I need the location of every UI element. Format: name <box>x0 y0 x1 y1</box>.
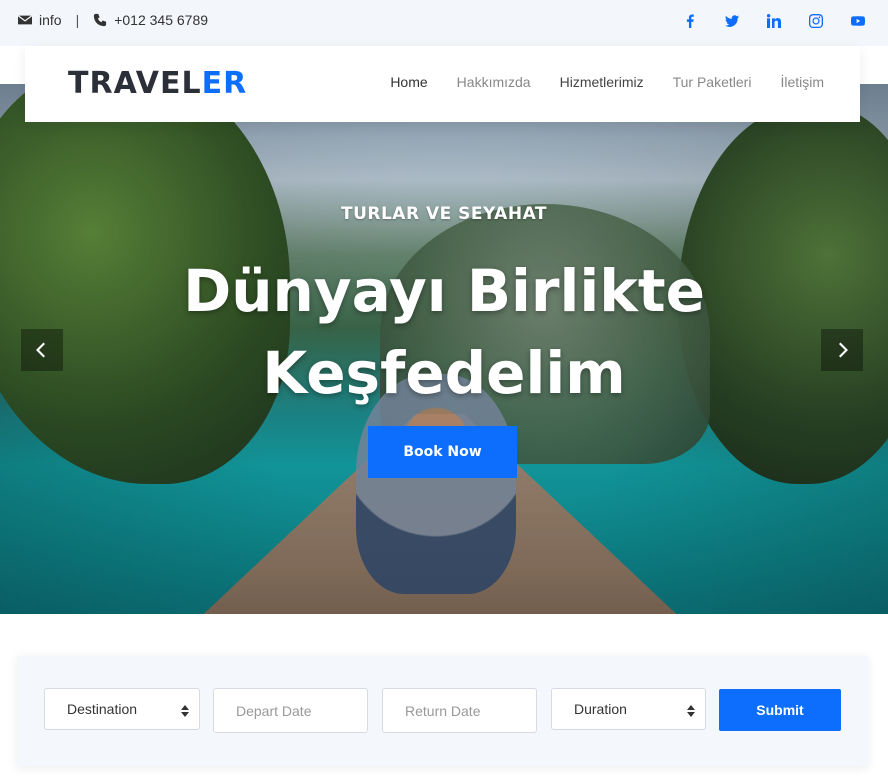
twitter-icon[interactable] <box>722 11 742 31</box>
nav-item-services[interactable]: Hizmetlerimiz <box>560 74 644 90</box>
carousel-prev-button[interactable] <box>21 329 63 371</box>
navbar: TRAVELER Home Hakkımızda Hizmetlerimiz T… <box>25 46 860 122</box>
contact-info: info | +012 345 6789 <box>17 12 208 28</box>
envelope-icon <box>17 13 33 27</box>
nav-item-tour-packages[interactable]: Tur Paketleri <box>673 74 752 90</box>
brand-text-accent: ER <box>201 66 248 101</box>
youtube-icon[interactable] <box>848 11 868 31</box>
email-label[interactable]: info <box>39 12 62 28</box>
instagram-icon[interactable] <box>806 11 826 31</box>
nav-item-contact[interactable]: İletişim <box>780 74 824 90</box>
hero-title: Dünyayı Birlikte Keşfedelim <box>0 250 888 414</box>
social-links <box>680 11 868 31</box>
hero-title-line-2: Keşfedelim <box>262 339 626 407</box>
nav-menu: Home Hakkımızda Hizmetlerimiz Tur Paketl… <box>390 74 824 90</box>
chevron-right-icon <box>839 342 848 358</box>
linkedin-icon[interactable] <box>764 11 784 31</box>
brand-logo[interactable]: TRAVELER <box>68 66 247 101</box>
hero-title-line-1: Dünyayı Birlikte <box>183 257 705 325</box>
depart-date-placeholder: Depart Date <box>236 702 312 719</box>
return-date-placeholder: Return Date <box>405 702 481 719</box>
hero-subtitle: TURLAR VE SEYAHAT <box>340 204 548 224</box>
phone-number[interactable]: +012 345 6789 <box>114 12 208 28</box>
destination-select-value: Destination <box>67 701 138 717</box>
return-date-input[interactable]: Return Date <box>382 688 537 733</box>
duration-select[interactable]: Duration <box>551 688 706 730</box>
chevron-left-icon <box>36 342 45 358</box>
destination-select[interactable]: Destination <box>44 688 200 730</box>
phone-icon <box>93 13 107 27</box>
duration-select-value: Duration <box>574 701 627 717</box>
carousel-next-button[interactable] <box>821 329 863 371</box>
nav-item-home[interactable]: Home <box>390 74 427 90</box>
depart-date-input[interactable]: Depart Date <box>213 688 368 733</box>
submit-button[interactable]: Submit <box>719 689 841 731</box>
book-now-button[interactable]: Book Now <box>368 426 517 478</box>
sort-caret-icon <box>181 704 189 717</box>
facebook-icon[interactable] <box>680 11 700 31</box>
hero-carousel: TURLAR VE SEYAHAT Dünyayı Birlikte Keşfe… <box>0 84 888 614</box>
divider: | <box>75 12 80 28</box>
sort-caret-icon <box>687 704 695 717</box>
top-bar: info | +012 345 6789 <box>0 0 888 46</box>
nav-item-about[interactable]: Hakkımızda <box>457 74 531 90</box>
brand-text-dark: TRAVEL <box>68 66 202 101</box>
booking-form: Destination Depart Date Return Date Dura… <box>17 656 868 766</box>
